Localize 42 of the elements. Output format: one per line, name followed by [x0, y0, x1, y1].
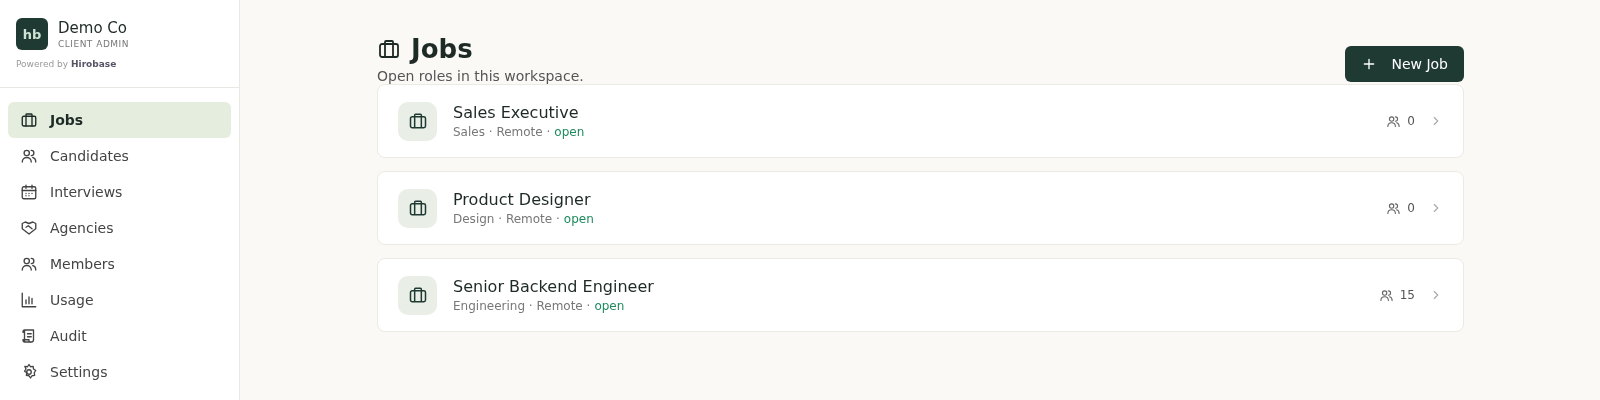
briefcase-icon: [20, 111, 38, 129]
nav-item[interactable]: Settings: [8, 354, 231, 390]
nav-item[interactable]: Members: [8, 246, 231, 282]
people-icon: [1386, 113, 1402, 129]
nav-item[interactable]: Candidates: [8, 138, 231, 174]
nav-item[interactable]: Audit: [8, 318, 231, 354]
calendar-icon: [20, 183, 38, 201]
org-role: CLIENT ADMIN: [58, 39, 129, 49]
page-title: Jobs: [411, 34, 473, 64]
job-card[interactable]: Senior Backend Engineer Engineering · Remote · open 15: [377, 258, 1464, 332]
job-meta: Engineering · Remote ·: [453, 299, 591, 313]
people-icon: [20, 147, 38, 165]
people-icon: [1378, 287, 1394, 303]
job-title: Sales Executive: [453, 103, 580, 122]
candidate-count: 0: [1407, 114, 1415, 128]
nav-item[interactable]: Usage: [8, 282, 231, 318]
people-icon: [20, 255, 38, 273]
job-status: open: [554, 125, 585, 139]
org-logo: hb: [16, 18, 48, 50]
briefcase-icon: [398, 101, 437, 141]
bar-chart-icon: [20, 291, 38, 309]
briefcase-icon: [398, 275, 437, 315]
briefcase-icon: [377, 37, 401, 61]
powered-by: Powered by Hirobase: [16, 59, 118, 69]
nav-item[interactable]: Jobs: [8, 102, 231, 138]
job-meta: Design · Remote ·: [453, 212, 560, 226]
job-card[interactable]: Sales Executive Sales · Remote · open 0: [377, 84, 1464, 158]
job-card[interactable]: Product Designer Design · Remote · open 0: [377, 171, 1464, 245]
job-meta: Sales · Remote ·: [453, 125, 551, 139]
nav-item[interactable]: Agencies: [8, 210, 231, 246]
candidate-count: 15: [1399, 288, 1415, 302]
org-name: Demo Co: [58, 19, 128, 37]
briefcase-icon: [398, 188, 437, 228]
job-status: open: [594, 299, 625, 313]
page-subtitle: Open roles in this workspace.: [377, 68, 584, 84]
nav-item[interactable]: Interviews: [8, 174, 231, 210]
job-title: Product Designer: [453, 190, 592, 209]
job-title: Senior Backend Engineer: [453, 277, 655, 296]
job-status: open: [563, 212, 594, 226]
people-icon: [1386, 200, 1402, 216]
new-job-button[interactable]: New Job: [1345, 46, 1464, 82]
candidate-count: 0: [1407, 201, 1415, 215]
